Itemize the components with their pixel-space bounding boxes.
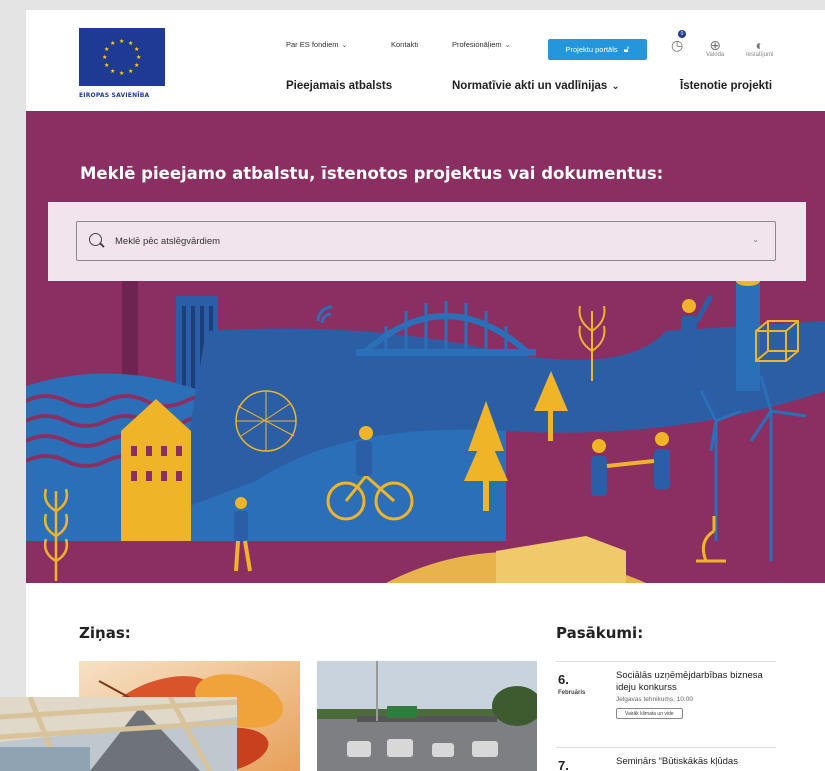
hero-title: Meklē pieejamo atbalstu, īstenotos proje…: [80, 164, 664, 183]
news-section-title: Ziņas:: [79, 624, 131, 642]
project-portal-label: Projektu portāls: [565, 45, 618, 54]
search-icon: [89, 233, 105, 249]
event-month: Februāris: [558, 690, 586, 696]
svg-text:★: ★: [119, 70, 124, 77]
site-header: ★ ★ ★ ★ ★ ★ ★ ★ ★ ★ ★ ★ EIROPAS SAVIENĪB…: [26, 10, 825, 110]
accessibility-button[interactable]: ◐ Iestatījumi: [746, 38, 773, 58]
nav-implemented-projects[interactable]: Īstenotie projekti: [680, 80, 772, 92]
svg-text:★: ★: [128, 40, 133, 47]
svg-text:★: ★: [128, 68, 133, 75]
svg-text:★: ★: [134, 62, 139, 69]
chevron-down-icon: ⌄: [611, 81, 620, 92]
nav-contacts-label: Kontakti: [391, 40, 419, 49]
svg-text:★: ★: [119, 38, 124, 45]
nav-professionals[interactable]: Profesionāļiem ⌄: [452, 40, 510, 49]
lock-icon: 🔓︎: [623, 44, 630, 54]
event-title[interactable]: Sociālās uzņēmējdarbības biznesa ideju k…: [616, 670, 776, 694]
event-day: 7.: [558, 758, 569, 771]
nav-regulations[interactable]: Normatīvie akti un vadlīnijas ⌄: [452, 80, 620, 92]
hero-banner: Meklē pieejamo atbalstu, īstenotos proje…: [26, 111, 825, 583]
overlay-photo-glass-roof: [0, 697, 237, 771]
event-more-button[interactable]: Vairāk klimata un vide: [616, 708, 683, 719]
svg-text:★: ★: [134, 46, 139, 53]
hero-illustration: [26, 281, 825, 583]
search-panel: Meklē pēc atslēgvārdiem ⌄: [48, 202, 806, 281]
event-day: 6.: [558, 672, 569, 687]
history-button[interactable]: ◷: [671, 38, 683, 52]
nav-available-support[interactable]: Pieejamais atbalsts: [286, 80, 392, 92]
svg-text:★: ★: [110, 40, 115, 47]
nav-contacts[interactable]: Kontakti: [391, 40, 418, 49]
contrast-drop-icon: ◐: [755, 37, 764, 53]
logo-text: EIROPAS SAVIENĪBA: [79, 92, 150, 99]
chevron-down-icon[interactable]: ⌄: [752, 235, 759, 244]
project-portal-button[interactable]: Projektu portāls 🔓︎: [548, 39, 647, 60]
language-label: Valoda: [706, 52, 725, 58]
svg-text:★: ★: [104, 62, 109, 69]
news-image-highway[interactable]: [317, 661, 537, 771]
event-location: Jelgavas tehnikums, 10:00: [616, 696, 693, 703]
svg-text:★: ★: [110, 68, 115, 75]
accessibility-label: Iestatījumi: [746, 52, 774, 58]
events-section-title: Pasākumi:: [556, 624, 644, 642]
nav-professionals-label: Profesionāļiem: [452, 40, 502, 49]
svg-text:★: ★: [104, 46, 109, 53]
language-button[interactable]: ⊕ Valoda: [706, 38, 724, 58]
search-placeholder: Meklē pēc atslēgvārdiem: [115, 235, 221, 247]
event-item[interactable]: 7. Seminārs “Būtiskākās kļūdas: [556, 747, 776, 771]
search-input[interactable]: Meklē pēc atslēgvārdiem ⌄: [76, 221, 776, 261]
chevron-down-icon: ⌄: [504, 41, 511, 49]
svg-text:★: ★: [102, 54, 107, 61]
nav-about-funds-label: Par ES fondiem: [286, 40, 339, 49]
history-count-badge: 0: [678, 30, 686, 38]
nav-regulations-label: Normatīvie akti un vadlīnijas: [452, 80, 608, 92]
chevron-down-icon: ⌄: [341, 41, 348, 49]
eu-logo[interactable]: ★ ★ ★ ★ ★ ★ ★ ★ ★ ★ ★ ★ EIROPAS SAVIENĪB…: [79, 28, 167, 106]
page: ★ ★ ★ ★ ★ ★ ★ ★ ★ ★ ★ ★ EIROPAS SAVIENĪB…: [26, 10, 825, 771]
eu-flag-icon: ★ ★ ★ ★ ★ ★ ★ ★ ★ ★ ★ ★: [79, 28, 165, 86]
nav-about-funds[interactable]: Par ES fondiem ⌄: [286, 40, 347, 49]
event-title[interactable]: Seminārs “Būtiskākās kļūdas: [616, 756, 776, 768]
event-item[interactable]: 6. Februāris Sociālās uzņēmējdarbības bi…: [556, 661, 776, 725]
globe-icon: ⊕: [709, 37, 721, 53]
clock-icon: ◷: [671, 37, 684, 53]
svg-text:★: ★: [136, 54, 141, 61]
